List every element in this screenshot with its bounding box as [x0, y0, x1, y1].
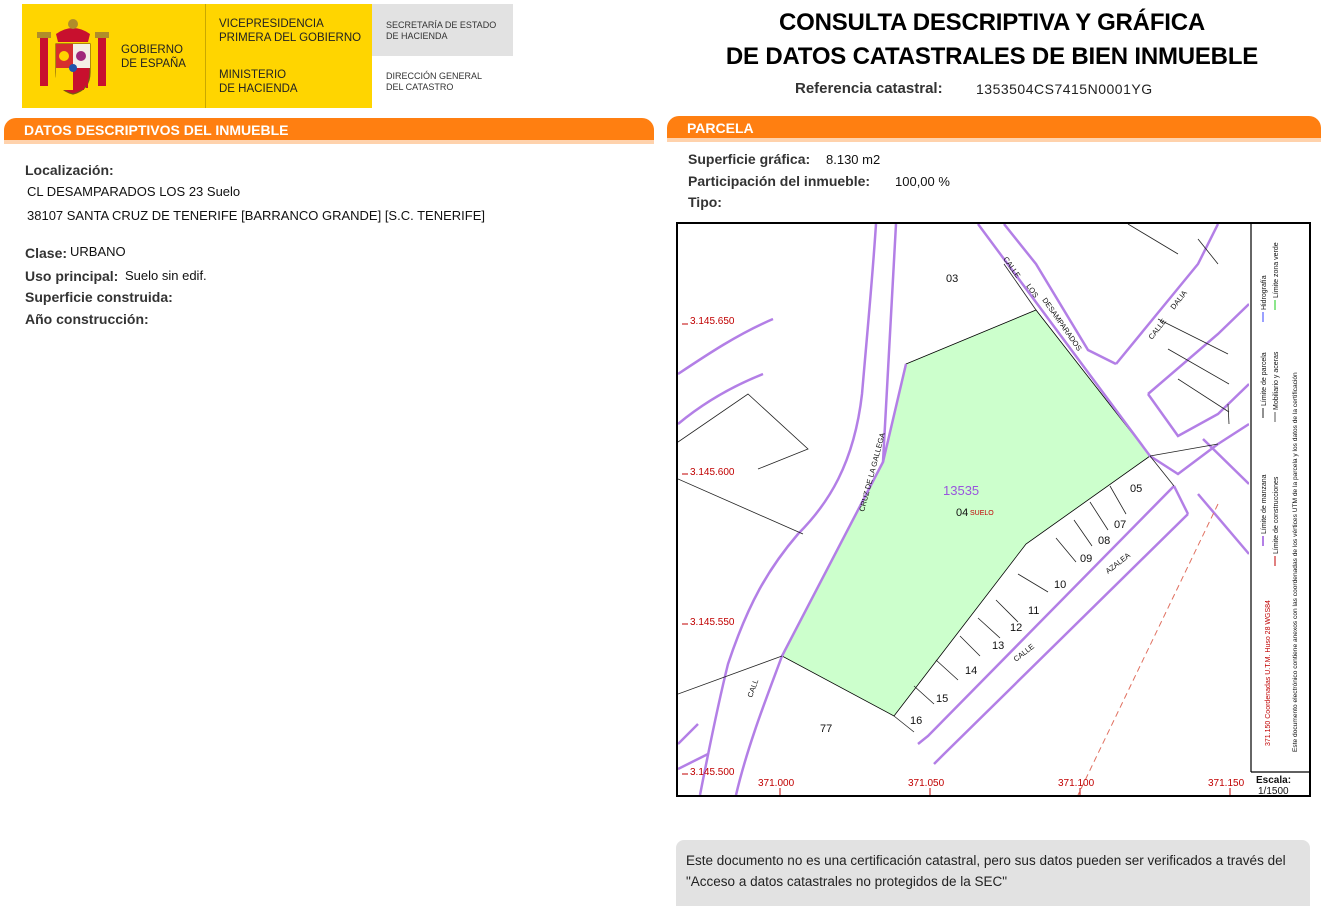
- page-title-line-1: CONSULTA DESCRIPTIVA Y GRÁFICA: [778, 9, 1206, 36]
- cadastral-map: 3.145.650 3.145.600 3.145.550 3.145.500 …: [676, 222, 1311, 797]
- x-coordinate-label: 371.050: [908, 778, 945, 789]
- cadastral-map-svg: 3.145.650 3.145.600 3.145.550 3.145.500 …: [678, 224, 1309, 795]
- legend-manzana: Límite de manzana: [1261, 474, 1268, 534]
- secretaria-label: SECRETARÍA DE ESTADO DE HACIENDA: [386, 20, 496, 42]
- block-number: 12: [1010, 622, 1022, 634]
- localizacion-line-1: CL DESAMPARADOS LOS 23 Suelo: [27, 184, 241, 199]
- scale-value: 1/1500: [1258, 786, 1289, 795]
- superficie-construida-label: Superficie construida:: [25, 289, 173, 305]
- descriptivos-section-underline: [4, 140, 654, 144]
- parcela-section-underline: [667, 138, 1321, 142]
- page-title: CONSULTA DESCRIPTIVA Y GRÁFICA DE DATOS …: [690, 6, 1294, 74]
- direccion-line-1: DIRECCIÓN GENERAL: [386, 71, 483, 81]
- referencia-label: Referencia catastral:: [795, 80, 943, 97]
- street-name-calle-azalea: CALLE: [1012, 642, 1036, 664]
- page-title-line-2: DE DATOS CATASTRALES DE BIEN INMUEBLE: [725, 43, 1259, 70]
- gobierno-line-2: DE ESPAÑA: [121, 58, 186, 70]
- block-number: 15: [936, 693, 948, 705]
- anio-construccion-label: Año construcción:: [25, 311, 149, 327]
- coat-of-arms-icon: [37, 19, 109, 95]
- y-coordinate-label: 3.145.500: [690, 767, 735, 778]
- vicepresidencia-label: VICEPRESIDENCIA PRIMERA DEL GOBIERNO: [219, 17, 361, 45]
- clase-value: URBANO: [70, 244, 126, 259]
- block-number: 11: [1028, 605, 1039, 617]
- y-coordinate-label: 3.145.600: [690, 467, 735, 478]
- legend-hidrografia: Hidrografía: [1261, 275, 1268, 310]
- participacion-value: 100,00 %: [895, 174, 950, 189]
- block-number: 10: [1054, 579, 1066, 591]
- localizacion-line-2: 38107 SANTA CRUZ DE TENERIFE [BARRANCO G…: [27, 208, 485, 223]
- localizacion-label: Localización:: [25, 162, 114, 178]
- legend-coords: 371.150 Coordenadas U.T.M. Huso 28 WGS84: [1265, 600, 1272, 746]
- street-name-calle-dalia: CALLE: [1146, 317, 1168, 341]
- logo-divider: [205, 4, 206, 108]
- x-coordinate-label: 371.150: [1208, 778, 1245, 789]
- ministerio-line-2: DE HACIENDA: [219, 83, 298, 95]
- vicepresidencia-line-2: PRIMERA DEL GOBIERNO: [219, 32, 362, 44]
- tipo-label: Tipo:: [688, 194, 722, 210]
- descriptivos-section-header: DATOS DESCRIPTIVOS DEL INMUEBLE: [4, 118, 654, 140]
- uso-label: Uso principal:: [25, 268, 119, 284]
- parcela-section-header: PARCELA: [667, 116, 1321, 138]
- block-number: 09: [1080, 553, 1092, 565]
- ministerio-line-1: MINISTERIO: [219, 69, 287, 81]
- block-number: 77: [820, 723, 832, 735]
- legend-zona-verde: Límite zona verde: [1273, 242, 1280, 298]
- block-number: 07: [1114, 519, 1126, 531]
- gobierno-line-1: GOBIERNO: [121, 44, 183, 56]
- legend-construcciones: Límite de construcciones: [1273, 476, 1280, 554]
- direccion-label: DIRECCIÓN GENERAL DEL CATASTRO: [386, 71, 482, 93]
- y-coordinate-label: 3.145.550: [690, 617, 735, 628]
- scale-label: Escala:: [1256, 775, 1291, 786]
- clase-label: Clase:: [25, 245, 68, 261]
- uso-value: Suelo sin edif.: [125, 268, 207, 283]
- superficie-grafica-value: 8.130 m2: [826, 152, 881, 167]
- block-number: 13: [992, 640, 1004, 652]
- x-coordinate-label: 371.100: [1058, 778, 1095, 789]
- block-number: 08: [1098, 535, 1110, 547]
- referencia-value: 1353504CS7415N0001YG: [976, 81, 1153, 97]
- block-number: 14: [965, 665, 977, 677]
- block-number: 03: [946, 273, 958, 285]
- legend-parcela: Límite de parcela: [1261, 352, 1268, 406]
- parcel-number-label: 13535: [943, 483, 979, 498]
- block-number: 16: [910, 715, 922, 727]
- y-coordinate-label: 3.145.650: [690, 316, 735, 327]
- legend-note: Este documento electrónico contiene anex…: [1292, 372, 1299, 752]
- legend-mobiliario: Mobiliario y aceras: [1273, 351, 1280, 410]
- superficie-grafica-label: Superficie gráfica:: [688, 151, 811, 167]
- participacion-label: Participación del inmueble:: [688, 173, 871, 189]
- secretaria-line-2: DE HACIENDA: [386, 31, 448, 41]
- street-name-dalia: DALIA: [1168, 289, 1188, 312]
- x-coordinate-label: 371.000: [758, 778, 795, 789]
- block-number: 05: [1130, 483, 1142, 495]
- disclaimer-note: Este documento no es una certificación c…: [676, 840, 1310, 906]
- street-name-calle-left: CALL: [745, 678, 760, 699]
- ministerio-label: MINISTERIO DE HACIENDA: [219, 68, 298, 96]
- parcel-sub-code: 04: [956, 507, 968, 519]
- parcel-sub-label: SUELO: [970, 510, 994, 517]
- secretaria-line-1: SECRETARÍA DE ESTADO: [386, 20, 497, 30]
- direccion-line-2: DEL CATASTRO: [386, 82, 454, 92]
- gobierno-label: GOBIERNO DE ESPAÑA: [121, 43, 186, 71]
- dashed-line: [1077, 503, 1219, 795]
- vicepresidencia-line-1: VICEPRESIDENCIA: [219, 18, 324, 30]
